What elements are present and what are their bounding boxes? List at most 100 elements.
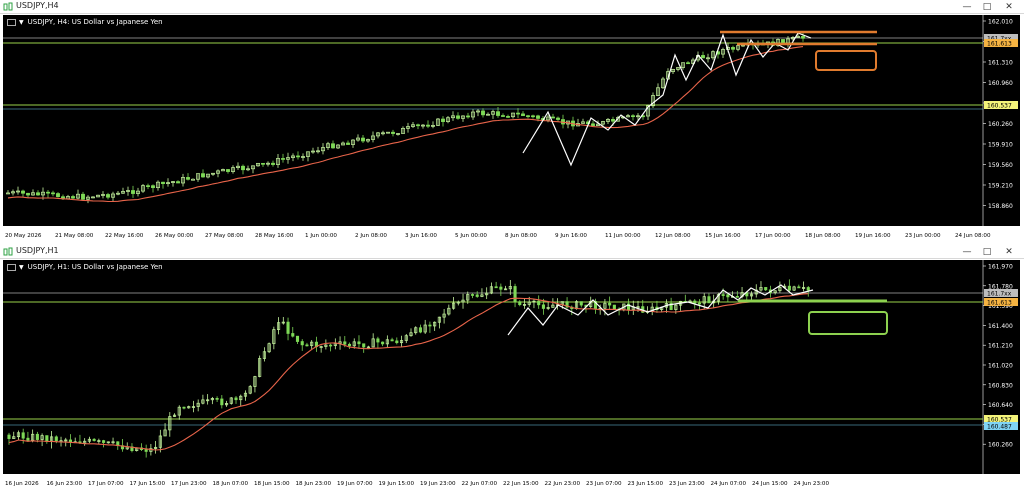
zigzag-indicator xyxy=(522,32,812,167)
candle-body xyxy=(45,435,49,442)
candle-body xyxy=(161,181,165,184)
time-label: 19 Jun 15:00 xyxy=(379,481,415,487)
candle-body xyxy=(131,190,135,194)
annotation-box xyxy=(808,311,888,335)
candle-body xyxy=(518,301,522,306)
candle-body xyxy=(475,294,479,297)
close-button[interactable]: ✕ xyxy=(1000,245,1018,259)
candle-body xyxy=(541,304,545,309)
time-axis-labels: 20 May 2026 21 May 08:00 22 May 16:00 26 Ma… xyxy=(5,233,991,239)
candle-body xyxy=(56,193,60,198)
candle-body xyxy=(21,190,25,194)
candle-body xyxy=(612,304,616,310)
candle-body xyxy=(787,285,791,291)
candle-body xyxy=(191,178,195,181)
candle-body xyxy=(701,55,705,59)
time-label: 19 Jun 07:00 xyxy=(337,481,373,487)
candle-body xyxy=(182,406,186,409)
candle-body xyxy=(513,286,517,303)
candle-body xyxy=(611,118,615,122)
window-titlebar[interactable]: USDJPY,H1 — □ ✕ xyxy=(0,245,1024,259)
maximize-button[interactable]: □ xyxy=(978,0,996,14)
maximize-button[interactable]: □ xyxy=(978,245,996,259)
chart-type-icon xyxy=(7,18,16,26)
candle-body xyxy=(735,296,739,298)
time-label: 24 Jun 15:00 xyxy=(752,481,788,487)
candle-body xyxy=(686,62,690,65)
candle-body xyxy=(591,123,595,127)
close-button[interactable]: ✕ xyxy=(1000,0,1018,14)
candle-body xyxy=(300,341,304,346)
annotation-box xyxy=(815,50,877,71)
minimize-button[interactable]: — xyxy=(958,245,976,259)
candle-body xyxy=(329,344,333,347)
candle-body xyxy=(376,338,380,343)
time-label: 3 Jun 16:00 xyxy=(405,233,437,239)
chart-header: ▼ USDJPY, H1: US Dollar vs Japanese Yen xyxy=(7,263,163,273)
candle-body xyxy=(186,177,190,180)
time-label: 8 Jun 08:00 xyxy=(505,233,537,239)
chart-type-icon xyxy=(7,263,16,271)
candle-body xyxy=(215,398,219,400)
candle-body xyxy=(506,116,510,118)
price-chart-h1[interactable]: 161.970 161.780 161.590 161.400 161.210 161.0… xyxy=(3,260,1020,474)
price-label: 160.260 xyxy=(988,442,1013,449)
candle-body xyxy=(346,142,350,145)
time-label: 17 Jun 00:00 xyxy=(755,233,791,239)
chevron-down-icon[interactable]: ▼ xyxy=(19,19,24,26)
candle-body xyxy=(537,300,541,306)
price-tag-label: 160.537 xyxy=(987,103,1012,110)
candle-body xyxy=(456,115,460,119)
candle-body xyxy=(357,341,361,345)
candle-body xyxy=(343,341,347,345)
price-chart-h4[interactable]: 162.010161.660161.310160.960160.610160.2… xyxy=(3,15,1020,226)
price-label: 160.260 xyxy=(988,121,1013,128)
time-label: 20 May 2026 xyxy=(5,233,42,239)
candle-body xyxy=(362,343,366,348)
chart-canvas[interactable]: 162.010161.660161.310160.960160.610160.2… xyxy=(3,15,1020,226)
candle-body xyxy=(201,173,205,178)
candle-body xyxy=(26,437,30,441)
candle-body xyxy=(261,162,265,165)
time-label: 1 Jun 00:00 xyxy=(305,233,337,239)
candle-body xyxy=(697,302,702,305)
price-label: 160.960 xyxy=(988,80,1013,87)
candle-body xyxy=(51,192,55,195)
time-label: 18 Jun 15:00 xyxy=(254,481,290,487)
chart-window-h1[interactable]: USDJPY,H1 — □ ✕ 161.970 161.780 161.590 161… xyxy=(0,245,1024,489)
candle-body xyxy=(35,433,39,440)
time-label: 12 Jun 08:00 xyxy=(655,233,691,239)
time-label: 23 Jun 23:00 xyxy=(669,481,705,487)
candle-body xyxy=(797,286,801,289)
candle-body xyxy=(26,192,30,196)
candle-body xyxy=(146,185,150,187)
candle-body xyxy=(36,192,40,196)
candle-body xyxy=(291,333,295,337)
candle-body xyxy=(390,339,394,342)
candle-body xyxy=(102,440,106,443)
chevron-down-icon[interactable]: ▼ xyxy=(19,264,24,271)
chart-canvas[interactable]: 161.970161.780161.590161.400161.210161.0… xyxy=(3,260,1020,474)
candle-body xyxy=(526,115,530,118)
candle-body xyxy=(726,294,730,298)
time-label: 23 Jun 00:00 xyxy=(905,233,941,239)
window-title: USDJPY,H4 xyxy=(16,1,59,10)
time-axis-labels: 16 Jun 2026 16 Jun 23:00 17 Jun 07:00 17 Ju… xyxy=(5,481,829,487)
time-label: 9 Jun 16:00 xyxy=(555,233,587,239)
candle-body xyxy=(81,193,85,200)
candle-body xyxy=(806,287,810,291)
candle-body xyxy=(71,196,75,199)
candle-body xyxy=(416,124,420,127)
time-label: 28 May 16:00 xyxy=(255,233,294,239)
candle-body xyxy=(693,300,697,304)
candle-body xyxy=(381,341,385,345)
chart-window-h4[interactable]: USDJPY,H4 — □ ✕ 162.010161.660161.310160… xyxy=(0,0,1024,241)
minimize-button[interactable]: — xyxy=(958,0,976,14)
time-label: 19 Jun 16:00 xyxy=(855,233,891,239)
price-label: 161.400 xyxy=(988,323,1013,330)
time-label: 17 Jun 07:00 xyxy=(88,481,124,487)
candle-body xyxy=(295,335,300,342)
time-label: 2 Jun 08:00 xyxy=(355,233,387,239)
candle-body xyxy=(21,432,25,439)
window-titlebar[interactable]: USDJPY,H4 — □ ✕ xyxy=(0,0,1024,14)
